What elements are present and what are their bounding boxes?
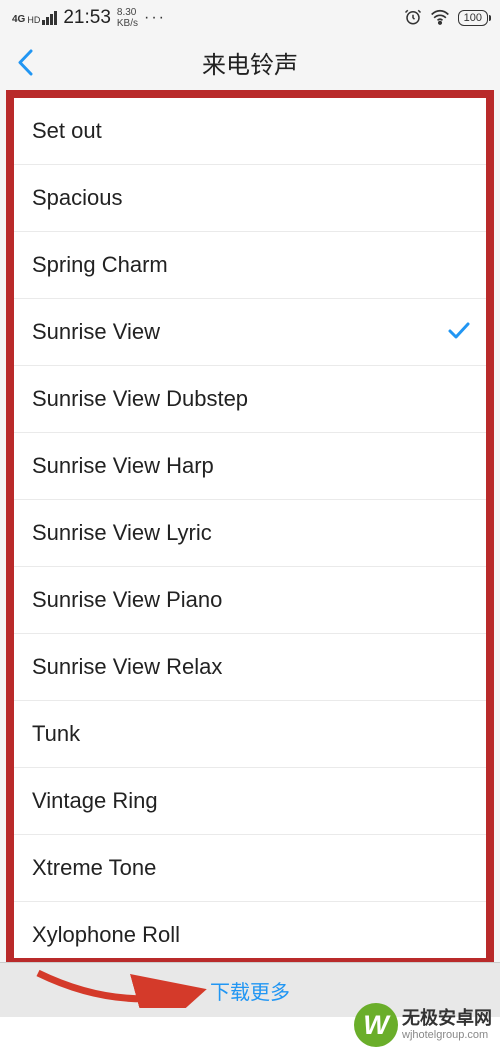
ringtone-item[interactable]: Sunrise View Piano: [14, 567, 486, 634]
header-bar: 来电铃声: [0, 34, 500, 90]
network-speed: 8.30 KB/s: [117, 7, 138, 29]
ringtone-item[interactable]: Xylophone Roll: [14, 902, 486, 966]
back-button[interactable]: [0, 49, 50, 76]
watermark-text-url: wjhotelgroup.com: [402, 1029, 492, 1042]
ringtone-item[interactable]: Vintage Ring: [14, 768, 486, 835]
ringtone-list-highlighted: Set out Spacious Spring Charm Sunrise View S…: [6, 90, 494, 966]
ringtone-label: Sunrise View Lyric: [32, 520, 471, 546]
download-more-link[interactable]: 下载更多: [210, 976, 290, 1005]
wifi-icon: [430, 9, 450, 28]
ringtone-label: Sunrise View Relax: [32, 654, 471, 680]
status-bar: 4G HD 21:53 8.30 KB/s ··· 100: [0, 0, 500, 34]
status-left: 4G HD 21:53 8.30 KB/s ···: [12, 7, 166, 29]
page-title: 来电铃声: [202, 45, 298, 80]
status-right: 100: [404, 8, 488, 29]
ringtone-label: Vintage Ring: [32, 788, 471, 814]
battery-icon: 100: [458, 10, 488, 26]
ringtone-label: Sunrise View: [32, 319, 447, 345]
ringtone-item[interactable]: Sunrise View Dubstep: [14, 366, 486, 433]
check-icon: [447, 320, 471, 345]
ringtone-label: Tunk: [32, 721, 471, 747]
alarm-icon: [404, 8, 422, 29]
network-4g-icon: 4G HD: [12, 11, 57, 25]
ringtone-item[interactable]: Tunk: [14, 701, 486, 768]
watermark: W 无极安卓网 wjhotelgroup.com: [354, 1003, 492, 1047]
ringtone-item[interactable]: Spring Charm: [14, 232, 486, 299]
ringtone-label: Spring Charm: [32, 252, 471, 278]
ringtone-label: Xylophone Roll: [32, 922, 471, 948]
ringtone-item[interactable]: Xtreme Tone: [14, 835, 486, 902]
ringtone-item[interactable]: Sunrise View Lyric: [14, 500, 486, 567]
ringtone-label: Sunrise View Piano: [32, 587, 471, 613]
ringtone-label: Spacious: [32, 185, 471, 211]
more-icon: ···: [144, 9, 166, 27]
ringtone-item[interactable]: Sunrise View Harp: [14, 433, 486, 500]
ringtone-item[interactable]: Sunrise View Relax: [14, 634, 486, 701]
ringtone-item[interactable]: Spacious: [14, 165, 486, 232]
ringtone-label: Xtreme Tone: [32, 855, 471, 881]
watermark-text-cn: 无极安卓网: [402, 1008, 492, 1030]
status-time: 21:53: [63, 7, 111, 29]
ringtone-label: Sunrise View Harp: [32, 453, 471, 479]
ringtone-item[interactable]: Sunrise View: [14, 299, 486, 366]
watermark-logo: W: [354, 1003, 398, 1047]
ringtone-item[interactable]: Set out: [14, 98, 486, 165]
ringtone-label: Sunrise View Dubstep: [32, 386, 471, 412]
ringtone-label: Set out: [32, 118, 471, 144]
